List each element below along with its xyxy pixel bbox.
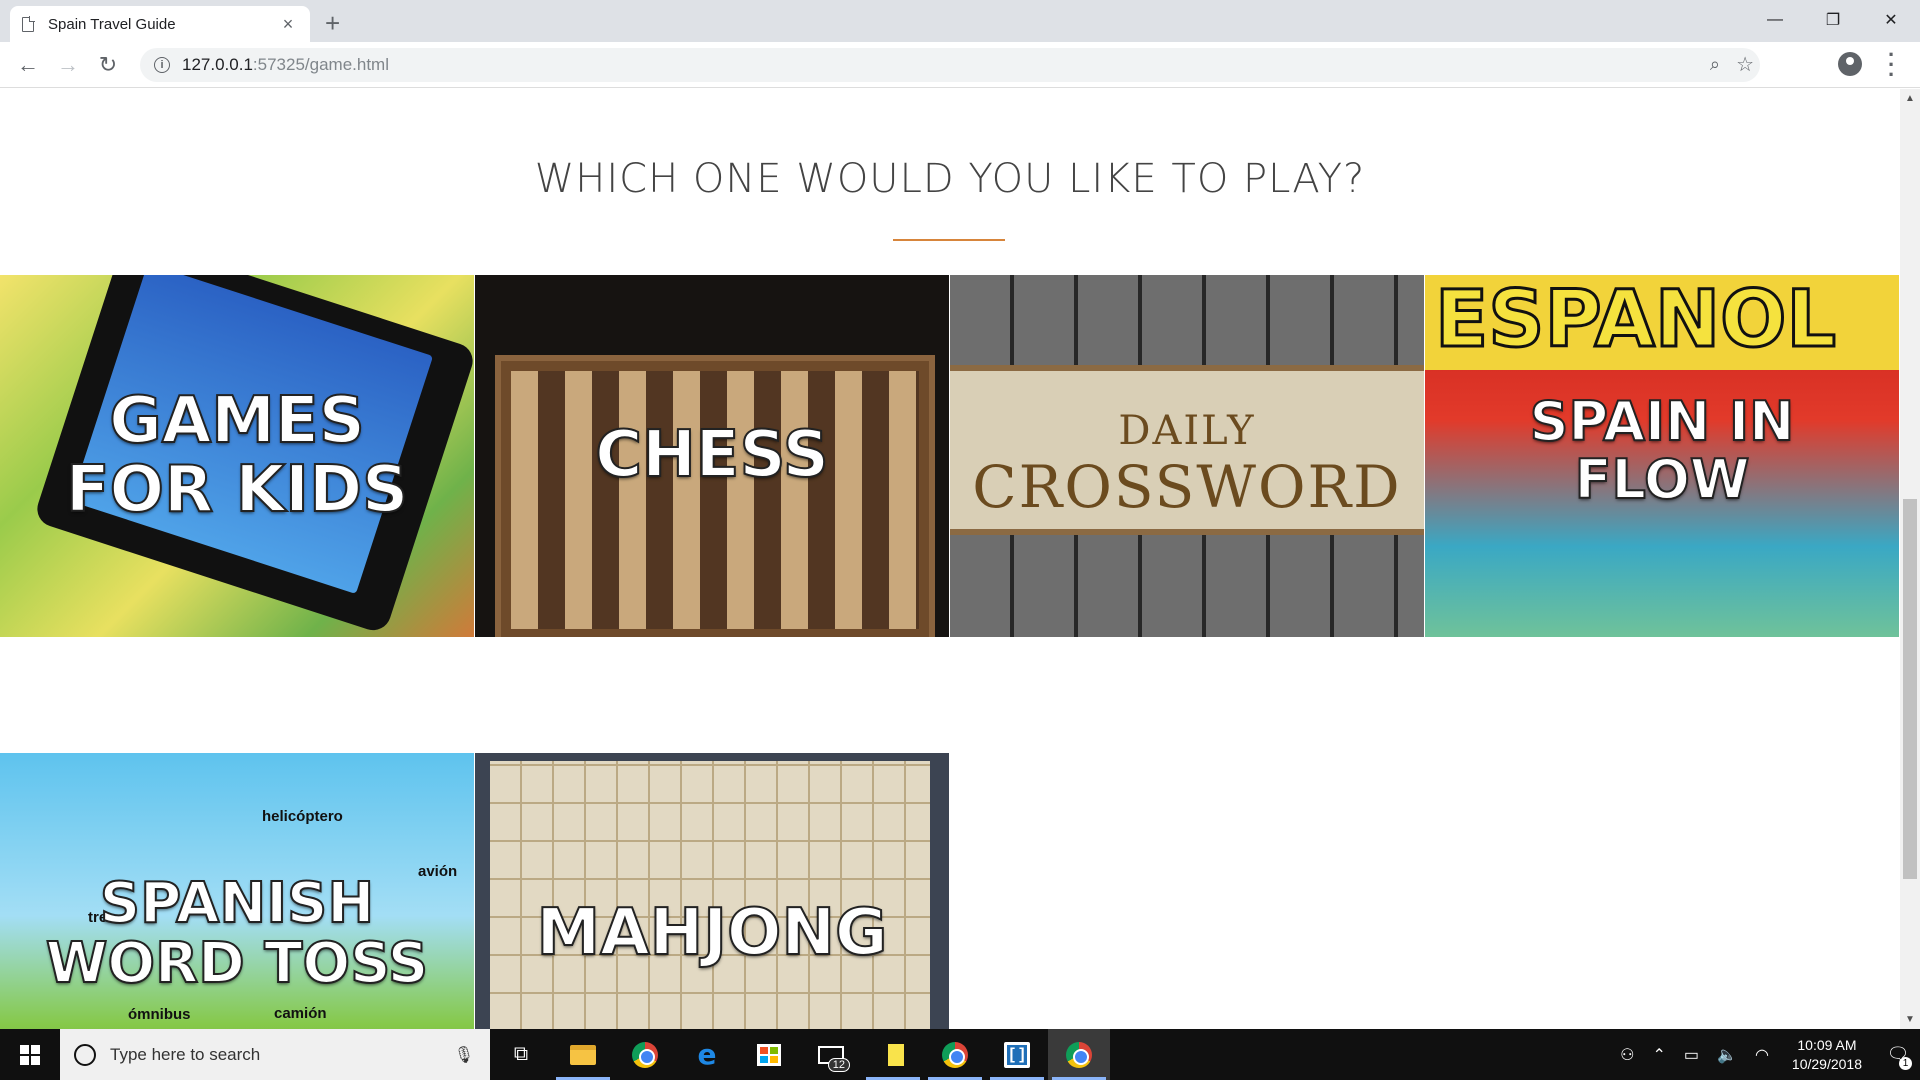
tile-label: SPAIN IN FLOW xyxy=(1529,389,1796,511)
close-window-button[interactable]: ✕ xyxy=(1862,0,1920,40)
start-button[interactable] xyxy=(0,1029,60,1080)
game-tile-chess[interactable]: CHESS xyxy=(475,275,949,637)
tab-strip: Spain Travel Guide × + — ❐ ✕ xyxy=(0,0,1920,42)
new-tab-button[interactable]: + xyxy=(325,8,340,39)
sticky-notes-icon[interactable] xyxy=(862,1029,924,1080)
game-tile-spain-in-flow[interactable]: ESPANOL SPAIN IN FLOW xyxy=(1425,275,1899,637)
task-view-icon[interactable]: ⧉ xyxy=(490,1029,552,1080)
maximize-button[interactable]: ❐ xyxy=(1804,0,1862,40)
battery-icon[interactable]: ▭ xyxy=(1684,1045,1699,1065)
game-tile-daily-crossword[interactable]: DAILY CROSSWORD xyxy=(950,275,1424,637)
tile-label: MAHJONG xyxy=(535,896,888,971)
window-controls: — ❐ ✕ xyxy=(1746,0,1920,40)
tile-label: SPANISH WORD TOSS xyxy=(45,870,429,996)
clock-time: 10:09 AM xyxy=(1797,1036,1857,1053)
word-label: helicóptero xyxy=(262,808,343,825)
game-tile-spanish-word-toss[interactable]: helicóptero avión tren ómnibus camión au… xyxy=(0,753,474,1029)
page-icon xyxy=(22,15,35,32)
show-hidden-icons-chevron-icon[interactable]: ⌃ xyxy=(1653,1045,1666,1065)
address-bar[interactable]: i 127.0.0.1:57325/game.html ⌕ ☆ xyxy=(140,48,1760,82)
notification-count: 1 xyxy=(1899,1057,1912,1070)
tab-spain-travel-guide[interactable]: Spain Travel Guide × xyxy=(10,6,310,42)
forward-button[interactable]: → xyxy=(48,45,88,85)
bookmark-star-icon[interactable]: ☆ xyxy=(1736,52,1754,77)
back-button[interactable]: ← xyxy=(8,45,48,85)
chrome-icon-2[interactable] xyxy=(924,1029,986,1080)
menu-kebab-icon[interactable]: · · · xyxy=(1888,44,1895,86)
windows-logo-icon xyxy=(20,1044,40,1065)
word-label: ómnibus xyxy=(128,1006,191,1023)
wifi-icon[interactable]: ◠ xyxy=(1755,1045,1769,1065)
tile-image xyxy=(475,753,949,1029)
tile-label: DAILY CROSSWORD xyxy=(972,408,1402,521)
tab-close-icon[interactable]: × xyxy=(278,14,298,35)
tile-label: GAMES FOR KIDS xyxy=(65,383,409,527)
mail-icon[interactable]: 12 xyxy=(800,1029,862,1080)
store-icon[interactable] xyxy=(738,1029,800,1080)
vertical-scrollbar[interactable]: ▲ ▼ xyxy=(1900,89,1920,1029)
mail-badge: 12 xyxy=(827,1058,850,1072)
info-icon[interactable]: i xyxy=(154,57,170,73)
scrollbar-thumb[interactable] xyxy=(1903,499,1917,879)
minimize-button[interactable]: — xyxy=(1746,0,1804,40)
taskbar-search-box[interactable]: Type here to search 🎙 xyxy=(60,1029,490,1080)
game-tile-games-for-kids[interactable]: GAMES FOR KIDS xyxy=(0,275,474,637)
edge-icon[interactable]: e xyxy=(676,1029,738,1080)
zoom-icon[interactable]: ⌕ xyxy=(1710,54,1720,75)
microphone-icon[interactable]: 🎙 xyxy=(454,1045,474,1065)
people-icon[interactable]: ⚇ xyxy=(1620,1045,1634,1065)
espanol-banner-text: ESPANOL xyxy=(1433,275,1837,367)
volume-icon[interactable]: 🔈 xyxy=(1717,1045,1737,1065)
taskbar: Type here to search 🎙 ⧉ e 12 [ ] ⚇ ⌃ ▭ 🔈… xyxy=(0,1029,1920,1080)
page-heading: WHICH ONE WOULD YOU LIKE TO PLAY? xyxy=(534,156,1366,202)
chrome-icon-active[interactable] xyxy=(1048,1029,1110,1080)
url-path: :57325/game.html xyxy=(252,55,389,74)
scroll-down-arrow-icon[interactable]: ▼ xyxy=(1905,1014,1915,1025)
system-tray: ⚇ ⌃ ▭ 🔈 ◠ 10:09 AM 10/29/2018 🗨 1 xyxy=(1611,1029,1920,1080)
chess-board-image xyxy=(495,355,935,637)
box-app-icon[interactable]: [ ] xyxy=(986,1029,1048,1080)
page-content: WHICH ONE WOULD YOU LIKE TO PLAY? GAMES F… xyxy=(0,89,1900,1029)
mahjong-tiles-image xyxy=(490,761,930,1029)
browser-toolbar: ← → ↻ i 127.0.0.1:57325/game.html ⌕ ☆ · ·… xyxy=(0,42,1920,88)
clock[interactable]: 10:09 AM 10/29/2018 xyxy=(1792,1036,1862,1074)
scroll-up-arrow-icon[interactable]: ▲ xyxy=(1905,93,1915,104)
file-explorer-icon[interactable] xyxy=(552,1029,614,1080)
cortana-icon xyxy=(74,1043,96,1066)
search-placeholder: Type here to search xyxy=(110,1044,261,1064)
profile-avatar-icon[interactable] xyxy=(1838,52,1862,76)
word-label: camión xyxy=(274,1005,327,1022)
tab-title: Spain Travel Guide xyxy=(48,15,176,33)
tile-label: CHESS xyxy=(594,418,830,493)
heading-divider xyxy=(893,239,1005,241)
url-host: 127.0.0.1 xyxy=(182,55,253,74)
chrome-icon[interactable] xyxy=(614,1029,676,1080)
action-center-icon[interactable]: 🗨 1 xyxy=(1876,1029,1920,1080)
game-tile-mahjong[interactable]: MAHJONG xyxy=(475,753,949,1029)
reload-button[interactable]: ↻ xyxy=(88,45,128,85)
clock-date: 10/29/2018 xyxy=(1791,1055,1862,1072)
